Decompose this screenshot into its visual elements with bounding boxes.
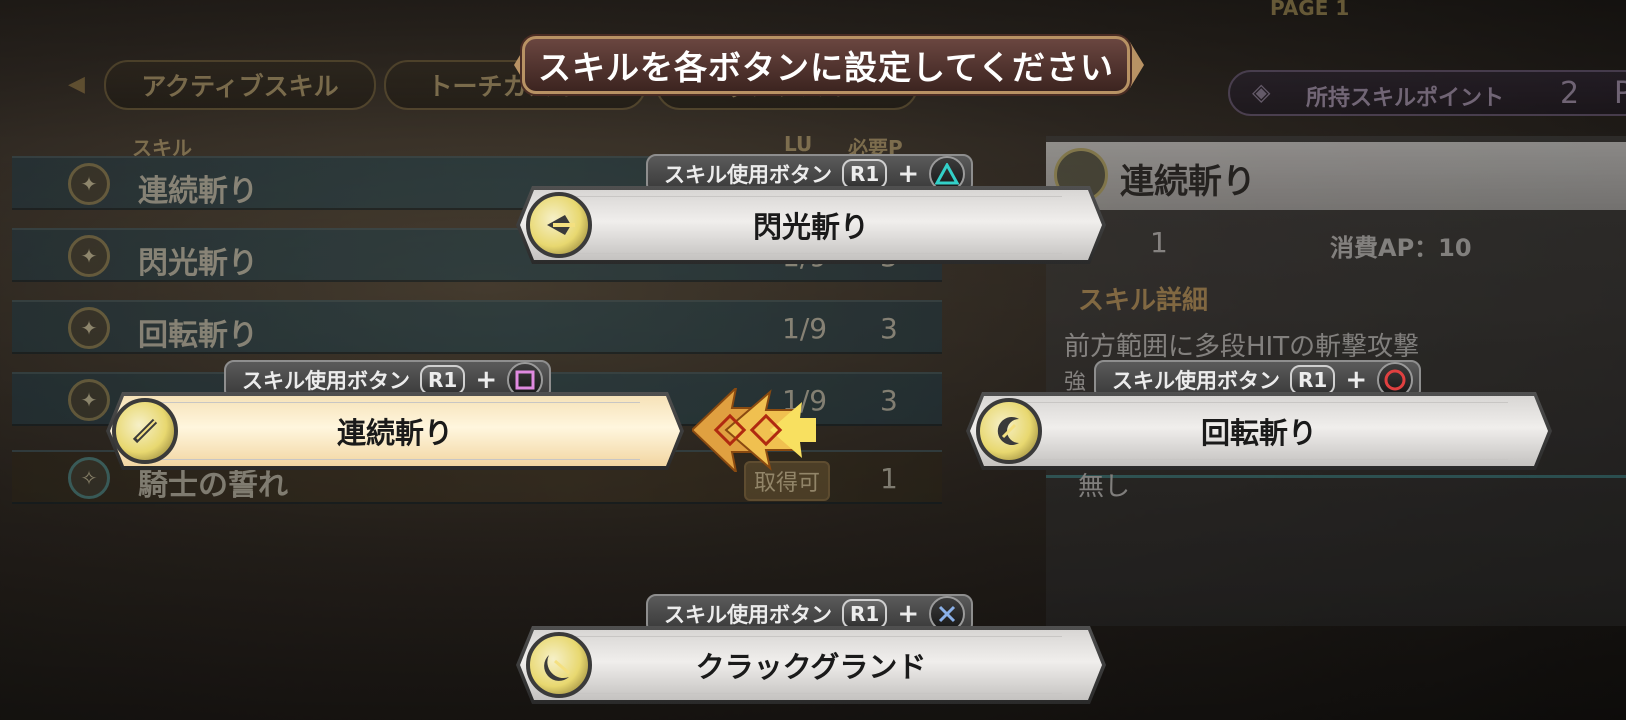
skill-points-bar: ◈ 所持スキルポイント 2 P xyxy=(1228,70,1626,116)
assign-label-text: スキル使用ボタン xyxy=(242,369,410,393)
sword-emblem-icon xyxy=(526,192,592,258)
detail-title-bar: 連続斬り xyxy=(1046,142,1626,210)
page-tag: PAGE 1 xyxy=(1270,0,1350,20)
detail-lv: 1 xyxy=(1150,226,1168,259)
banner-right-cap xyxy=(1130,42,1144,88)
title-banner: スキルを各ボタンに設定してください xyxy=(522,36,1130,94)
slot-skill-name: 連続斬り xyxy=(336,416,453,450)
skill-list-name: 閃光斬り xyxy=(138,246,258,281)
r1-badge: R1 xyxy=(1290,365,1336,395)
crescent-blade-icon xyxy=(976,398,1042,464)
sword-emblem-icon: ✦ xyxy=(68,307,110,349)
sword-emblem-icon: ✦ xyxy=(68,379,110,421)
skill-list-cost: 1 xyxy=(880,462,898,495)
detail-description: 前方範囲に多段HITの斬撃攻撃 xyxy=(1064,332,1420,362)
slot-skill-name: クラックグランド xyxy=(695,650,927,684)
sword-emblem-icon: ✦ xyxy=(68,163,110,205)
assign-label-text: スキル使用ボタン xyxy=(664,603,832,627)
crescent-blade-icon xyxy=(526,632,592,698)
detail-separator xyxy=(1046,475,1626,478)
slot-skill-name: 閃光斬り xyxy=(752,210,869,244)
r1-badge: R1 xyxy=(842,599,888,629)
skill-list-cost: 3 xyxy=(880,312,898,345)
list-header-lv: LU xyxy=(784,132,813,156)
plus-sign: + xyxy=(897,599,920,629)
assign-label-text: スキル使用ボタン xyxy=(664,163,832,187)
detail-skill-name: 連続斬り xyxy=(1120,162,1256,202)
sword-emblem-icon: ✦ xyxy=(68,235,110,277)
sword-emblem-icon xyxy=(112,398,178,464)
skill-list-lv: 1/9 xyxy=(782,312,828,345)
skill-list-row[interactable]: ✦ 回転斬り 1/9 3 xyxy=(12,300,942,354)
slot-bar[interactable]: クラックグランド xyxy=(520,630,1102,700)
skill-points-label: 所持スキルポイント xyxy=(1306,86,1505,111)
slot-bar[interactable]: 連続斬り xyxy=(110,396,680,466)
slot-bar[interactable]: 閃光斬り xyxy=(520,190,1102,260)
skill-list-name: 連続斬り xyxy=(138,174,258,209)
skill-points-value: 2 xyxy=(1560,76,1580,111)
r1-badge: R1 xyxy=(420,365,466,395)
assign-label-text: スキル使用ボタン xyxy=(1112,369,1280,393)
slot-bar[interactable]: 回転斬り xyxy=(970,396,1548,466)
detail-none: 無し xyxy=(1078,472,1131,502)
plus-sign: + xyxy=(1345,365,1368,395)
detail-ap: 消費AP：10 xyxy=(1330,234,1472,262)
tab-left-arrow-icon[interactable]: ◀ xyxy=(68,72,85,97)
shield-emblem-icon: ✧ xyxy=(68,457,110,499)
plus-sign: + xyxy=(897,159,920,189)
eye-emblem-icon: ◈ xyxy=(1252,78,1271,106)
skill-list-cost: 3 xyxy=(880,384,898,417)
slot-skill-name: 回転斬り xyxy=(1200,416,1317,450)
detail-strength-label: 強 xyxy=(1064,370,1087,395)
skill-points-suffix: P xyxy=(1614,76,1626,111)
swap-arrow-icon[interactable] xyxy=(692,388,828,472)
detail-section-title: スキル詳細 xyxy=(1078,286,1209,316)
skill-list-name: 回転斬り xyxy=(138,318,258,353)
page-title: スキルを各ボタンに設定してください xyxy=(537,48,1115,87)
r1-badge: R1 xyxy=(842,159,888,189)
tab-active-skill[interactable]: アクティブスキル xyxy=(104,60,376,110)
plus-sign: + xyxy=(475,365,498,395)
